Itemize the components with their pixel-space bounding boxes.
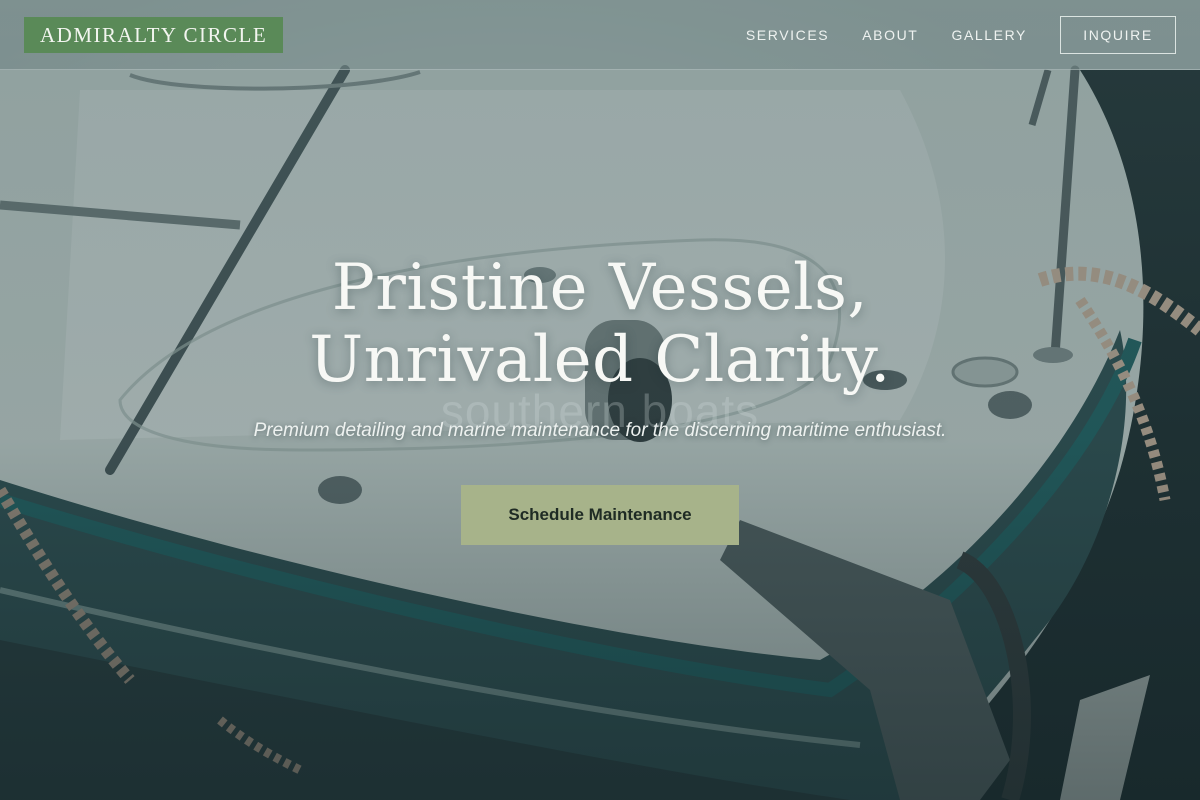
brand-logo[interactable]: ADMIRALTY CIRCLE (24, 17, 284, 53)
site-header: ADMIRALTY CIRCLE SERVICES ABOUT GALLERY … (0, 0, 1200, 70)
hero-heading-line-1: Pristine Vessels, (331, 251, 869, 325)
schedule-maintenance-button[interactable]: Schedule Maintenance (461, 485, 739, 545)
nav-link-services[interactable]: SERVICES (746, 16, 829, 54)
hero-content: southern boats Pristine Vessels, Unrival… (0, 252, 1200, 545)
background-watermark: southern boats (440, 385, 760, 437)
nav-link-gallery[interactable]: GALLERY (951, 16, 1027, 54)
inquire-button[interactable]: INQUIRE (1060, 16, 1176, 54)
nav-link-about[interactable]: ABOUT (862, 16, 918, 54)
hero-heading: Pristine Vessels, Unrivaled Clarity. (0, 252, 1200, 396)
main-nav: SERVICES ABOUT GALLERY INQUIRE (713, 16, 1176, 54)
hero-section: ADMIRALTY CIRCLE SERVICES ABOUT GALLERY … (0, 0, 1200, 800)
